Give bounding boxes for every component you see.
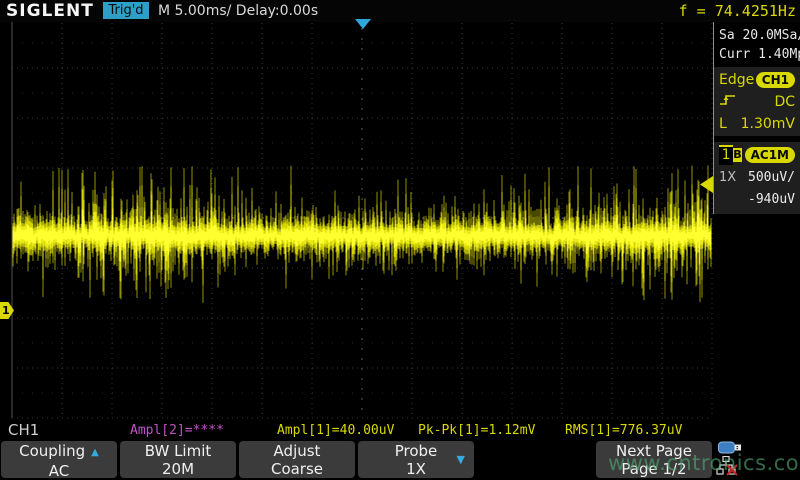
vertical-offset-readout: -940uV [748, 192, 795, 207]
softkey-bw-limit[interactable]: BW Limit 20M [120, 441, 236, 478]
measurement-pkpk1: Pk-Pk[1]=1.12mV [418, 423, 535, 438]
softkey-bw-limit-value: 20M [120, 460, 236, 478]
channel-coupling-badge: AC1M [745, 147, 795, 163]
vertical-scale-readout: 500uV/ [748, 170, 795, 185]
trigger-level-readout: 1.30mV [741, 116, 795, 132]
softkey-adjust[interactable]: Adjust Coarse [239, 441, 355, 478]
measurement-rms1: RMS[1]=776.37uV [565, 423, 682, 438]
measurement-ampl1: Ampl[1]=40.00uV [277, 423, 394, 438]
measure-channel-label: CH1 [8, 421, 39, 439]
channel1-info-panel: 1 B AC1M 1X 500uV/ -940uV [714, 142, 800, 214]
watermark-text: www.cntronics.com [608, 451, 800, 475]
trigger-type-label: Edge [719, 72, 754, 88]
top-status-bar: SIGLENT Trig'd M 5.00ms/ Delay:0.00s f =… [0, 0, 800, 22]
graticule-and-waveform [0, 22, 713, 420]
softkey-coupling[interactable]: Coupling ▲ AC [1, 441, 117, 478]
softkey-bw-limit-label: BW Limit [120, 442, 236, 460]
probe-attenuation-readout: 1X [719, 170, 736, 185]
measurement-ampl2: Ampl[2]=**** [130, 423, 224, 438]
softkey-adjust-value: Coarse [239, 460, 355, 478]
measurement-bar: CH1 Ampl[2]=**** Ampl[1]=40.00uV Pk-Pk[1… [0, 420, 713, 439]
frequency-counter-readout: f = 74.4251Hz [679, 2, 796, 20]
right-info-sidebar: Sa 20.0MSa/s Curr 1.40Mpts Edge CH1 DC L… [713, 22, 800, 214]
rising-edge-icon [719, 92, 737, 112]
timebase-delay-readout: M 5.00ms/ Delay:0.00s [158, 3, 318, 19]
down-arrow-icon: ▼ [457, 451, 465, 469]
bandwidth-limit-badge: B [733, 148, 741, 162]
sample-rate-readout: Sa 20.0MSa/s [719, 26, 798, 45]
softkey-probe[interactable]: Probe 1X ▼ [358, 441, 474, 478]
trigger-source-badge: CH1 [756, 72, 795, 88]
trigger-status-badge: Trig'd [103, 2, 149, 19]
trigger-coupling-readout: DC [774, 94, 795, 110]
siglent-logo: SIGLENT [6, 1, 94, 21]
softkey-coupling-value: AC [1, 462, 117, 480]
waveform-display-area [0, 22, 713, 420]
softkey-coupling-label: Coupling [19, 442, 85, 460]
softkey-adjust-label: Adjust [239, 442, 355, 460]
acquisition-info: Sa 20.0MSa/s Curr 1.40Mpts [714, 22, 800, 64]
memory-depth-readout: Curr 1.40Mpts [719, 45, 798, 64]
trigger-info-panel: Edge CH1 DC L 1.30mV [714, 67, 800, 136]
channel-number-cell: 1 [719, 145, 733, 165]
trigger-level-label: L [719, 116, 727, 132]
softkey-empty [477, 441, 593, 478]
up-arrow-icon: ▲ [91, 447, 99, 458]
oscilloscope-screen: SIGLENT Trig'd M 5.00ms/ Delay:0.00s f =… [0, 0, 800, 480]
